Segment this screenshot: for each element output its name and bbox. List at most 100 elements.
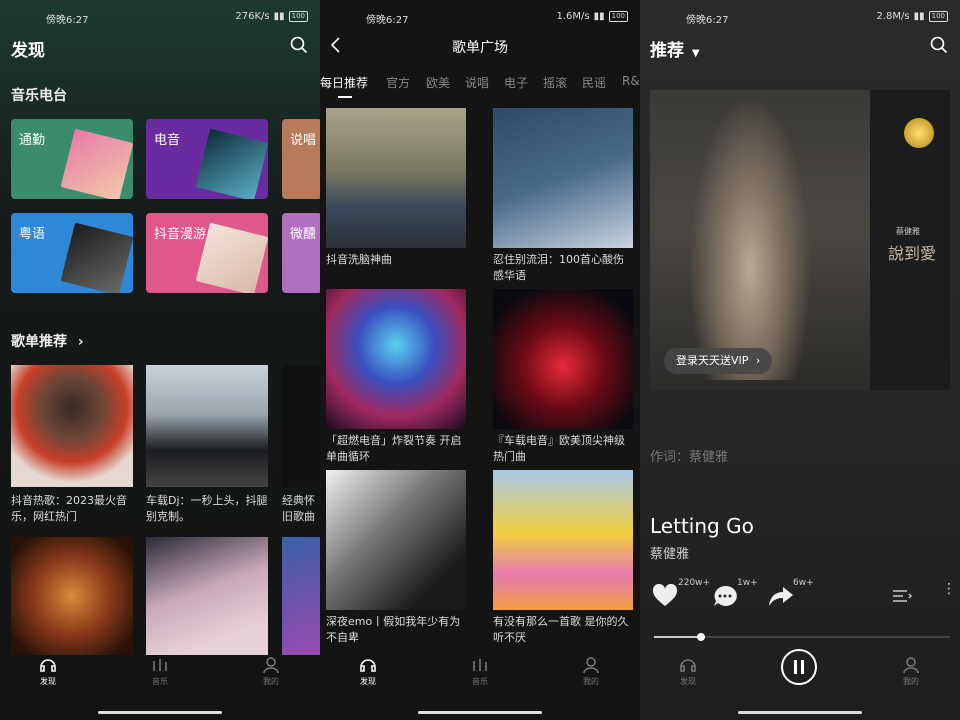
status-time: 傍晚6:27 — [366, 15, 409, 26]
comment-count: 1w+ — [737, 578, 758, 588]
tab-folk[interactable]: 民谣 — [582, 74, 606, 91]
radio-card-douyin[interactable]: 抖音漫游 — [146, 213, 268, 293]
tab-western[interactable]: 欧美 — [426, 74, 450, 91]
playlist-cover[interactable] — [493, 289, 633, 429]
tab-label: 我的 — [903, 677, 919, 686]
chevron-right-icon: › — [77, 334, 84, 350]
tab-official[interactable]: 官方 — [386, 74, 410, 91]
tab-discover[interactable]: 发现 — [28, 656, 68, 687]
playlist-section-title[interactable]: 歌单推荐 › — [11, 331, 84, 351]
play-pause-button[interactable] — [779, 648, 819, 688]
tab-label: 发现 — [680, 677, 696, 686]
song-artist[interactable]: 蔡健雅 — [650, 543, 689, 562]
playlist-caption: 深夜emo丨假如我年少有为不自卑 — [326, 615, 461, 644]
playlist-cover[interactable] — [282, 365, 320, 487]
tab-daily[interactable]: 每日推荐 — [320, 74, 368, 91]
player-screen: 傍晚6:27 2.8M/s ▮▮ 100 推荐 ▼ 說到愛 蔡健雅 登录天天送V… — [640, 0, 960, 720]
radio-card-edm[interactable]: 电音 — [146, 119, 268, 199]
like-count: 220w+ — [678, 578, 711, 588]
radio-card-art — [195, 128, 268, 199]
progress-fill — [654, 636, 702, 638]
playlist-cover[interactable] — [146, 365, 268, 487]
search-icon[interactable] — [930, 36, 948, 58]
radio-card-cantonese[interactable]: 粤语 — [11, 213, 133, 293]
more-options-icon[interactable]: ⋮ — [942, 582, 956, 596]
comment-button[interactable]: 1w+ — [712, 578, 758, 612]
equalizer-icon — [473, 659, 487, 671]
category-tabs: 每日推荐 官方 欧美 说唱 电子 摇滚 民谣 R& — [320, 74, 640, 98]
playlist-cover[interactable] — [326, 108, 466, 248]
playlist-cover[interactable] — [11, 365, 133, 487]
playlist-caption: 抖音热歌：2023最火音乐，网红热门 — [11, 494, 127, 523]
playlist-cover[interactable] — [493, 108, 633, 248]
playlist-caption: 抖音洗脑神曲 — [326, 253, 392, 266]
tab-music[interactable]: 音乐 — [140, 656, 180, 687]
vip-promo-label: 登录天天送VIP — [676, 354, 749, 367]
tab-label: 我的 — [583, 677, 599, 686]
headphones-icon — [40, 659, 56, 672]
radio-card-label: 抖音漫游 — [154, 227, 207, 242]
recommend-dropdown[interactable]: 推荐 ▼ — [650, 36, 700, 61]
playlist-caption: 经典怀旧歌曲 — [282, 494, 315, 523]
progress-bar[interactable] — [654, 633, 950, 641]
tab-me[interactable]: 我的 — [571, 656, 611, 687]
tab-label: 我的 — [263, 677, 279, 686]
progress-knob[interactable] — [697, 633, 706, 641]
tab-electronic[interactable]: 电子 — [504, 74, 528, 91]
playlist-cover[interactable] — [11, 537, 133, 655]
tab-rnb[interactable]: R& — [622, 74, 640, 88]
user-icon — [903, 657, 919, 674]
tab-label: 音乐 — [152, 677, 168, 686]
playlist-caption: 忍住别流泪：100首心酸伤感华语 — [493, 253, 624, 282]
playlist-cover[interactable] — [282, 537, 320, 655]
radio-card-rap[interactable]: 说唱 — [282, 119, 320, 199]
tab-label: 发现 — [360, 677, 376, 686]
playlist-cover[interactable] — [326, 289, 466, 429]
radio-card-label: 说唱 — [290, 133, 317, 148]
song-title: Letting Go — [650, 514, 754, 538]
playlist-section-label: 歌单推荐 — [11, 334, 67, 350]
tab-me[interactable]: 我的 — [251, 656, 291, 687]
radio-card-label: 通勤 — [19, 133, 46, 148]
like-button[interactable]: 220w+ — [652, 578, 710, 612]
battery-icon: 100 — [608, 11, 628, 22]
album-artist-text: 蔡健雅 — [896, 227, 920, 236]
caret-down-icon: ▼ — [691, 48, 700, 59]
album-disc — [904, 118, 934, 148]
signal-icon: ▮▮ — [593, 11, 605, 22]
tab-rap[interactable]: 说唱 — [465, 74, 489, 91]
tab-discover[interactable]: 发现 — [348, 656, 388, 687]
radio-card-commute[interactable]: 通勤 — [11, 119, 133, 199]
playlist-cover[interactable] — [326, 470, 466, 610]
playlist-square-screen: 傍晚6:27 1.6M/s ▮▮ 100 歌单广场 每日推荐 官方 欧美 说唱 … — [320, 0, 640, 720]
search-icon[interactable] — [290, 36, 308, 58]
page-title: 歌单广场 — [452, 40, 508, 56]
share-count: 6w+ — [793, 578, 814, 588]
radio-card-art — [60, 128, 133, 199]
pause-icon — [781, 649, 817, 685]
tab-me[interactable]: 我的 — [891, 656, 931, 687]
page-title: 推荐 — [650, 41, 684, 61]
status-bar: 傍晚6:27 2.8M/s ▮▮ 100 — [640, 8, 960, 28]
radio-card-tipsy[interactable]: 微醺 — [282, 213, 320, 293]
share-icon — [769, 587, 793, 606]
tab-label: 发现 — [40, 677, 56, 686]
tab-discover[interactable]: 发现 — [668, 656, 708, 687]
vip-promo-button[interactable]: 登录天天送VIP › — [664, 348, 773, 374]
tab-music[interactable]: 音乐 — [460, 656, 500, 687]
playlist-caption: 『车载电音』欧美顶尖神级热门曲 — [493, 434, 625, 463]
playlist-caption: 车载Dj：一秒上头，抖腿别克制。 — [146, 494, 268, 523]
playlist-cover[interactable] — [146, 537, 268, 655]
network-speed: 2.8M/s — [876, 11, 910, 22]
heart-icon — [652, 583, 678, 606]
user-icon — [583, 657, 599, 674]
tab-label: 音乐 — [472, 677, 488, 686]
playlist-cover[interactable] — [493, 470, 633, 610]
playlist-queue-icon[interactable] — [892, 588, 912, 608]
comment-icon — [714, 585, 737, 606]
active-tab-indicator — [338, 96, 352, 98]
share-button[interactable]: 6w+ — [768, 578, 814, 612]
radio-section-title: 音乐电台 — [11, 88, 67, 104]
tab-rock[interactable]: 摇滚 — [543, 74, 567, 91]
radio-card-art — [60, 222, 133, 293]
